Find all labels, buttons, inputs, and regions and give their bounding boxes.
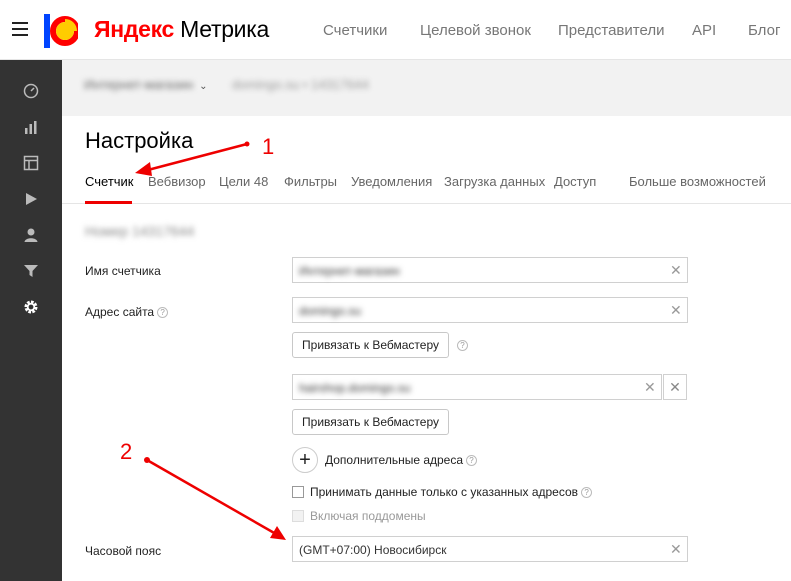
add-addresses-label[interactable]: Дополнительные адреса? <box>325 453 478 467</box>
filter-funnel-icon[interactable] <box>21 261 41 281</box>
tab-counter[interactable]: Счетчик <box>85 174 134 189</box>
tab-webvisor[interactable]: Вебвизор <box>148 174 206 189</box>
top-header: Яндекс Метрика Счетчики Целевой звонок П… <box>0 0 791 60</box>
nav-api[interactable]: API <box>692 22 716 39</box>
include-subdomains-checkbox[interactable] <box>292 510 304 522</box>
layout-icon[interactable] <box>21 153 41 173</box>
site-address-field[interactable]: domingo.su ✕ <box>292 297 688 323</box>
include-subdomains-label: Включая поддомены <box>310 509 426 523</box>
page-title: Настройка <box>85 128 194 153</box>
counter-subheader: Интернет-магазин ⌄ domingo.su • 14317644 <box>62 60 791 116</box>
nav-blog[interactable]: Блог <box>748 22 780 39</box>
menu-icon[interactable] <box>12 22 28 36</box>
timezone-field[interactable]: (GMT+07:00) Новосибирск ✕ <box>292 536 688 562</box>
settings-tabs: Счетчик Вебвизор Цели 48 Фильтры Уведомл… <box>62 172 791 204</box>
clear-icon[interactable]: ✕ <box>670 262 682 279</box>
tab-more-features[interactable]: Больше возможностей <box>629 174 766 189</box>
site-address-label-text: Адрес сайта <box>85 305 155 319</box>
counter-name-label: Имя счетчика <box>85 264 161 278</box>
logo-product: Метрика <box>180 16 269 42</box>
timezone-label: Часовой пояс <box>85 544 162 558</box>
bar-chart-icon[interactable] <box>21 117 41 137</box>
add-addresses-text: Дополнительные адреса <box>325 453 464 467</box>
left-sidebar <box>0 60 62 581</box>
annotation-arrow-2 <box>146 458 277 536</box>
tab-notifications[interactable]: Уведомления <box>351 174 432 189</box>
counter-number: Номер 14317644 <box>85 223 195 239</box>
tab-access[interactable]: Доступ <box>554 174 596 189</box>
active-tab-indicator <box>85 201 132 204</box>
extra-site-field[interactable]: hairshop.domingo.su ✕ <box>292 374 662 400</box>
tab-filters[interactable]: Фильтры <box>284 174 337 189</box>
link-webmaster-button-2[interactable]: Привязать к Вебмастеру <box>292 409 449 435</box>
extra-site-value: hairshop.domingo.su <box>299 381 411 395</box>
help-icon[interactable]: ? <box>457 340 468 351</box>
accept-only-checkbox[interactable] <box>292 486 304 498</box>
timezone-value: (GMT+07:00) Новосибирск <box>299 543 447 557</box>
clear-icon[interactable]: ✕ <box>670 302 682 319</box>
play-icon[interactable] <box>21 189 41 209</box>
chevron-down-icon: ⌄ <box>199 81 208 92</box>
clear-icon[interactable]: ✕ <box>670 541 682 558</box>
accept-only-text: Принимать данные только с указанных адре… <box>310 485 579 499</box>
annotation-2: 2 <box>120 439 133 464</box>
annotation-1: 1 <box>262 134 275 159</box>
logo-yandex: Яндекс <box>94 16 175 42</box>
help-icon[interactable]: ? <box>581 487 593 499</box>
nav-representatives[interactable]: Представители <box>558 22 664 39</box>
site-address-value: domingo.su <box>299 304 362 318</box>
tab-data-upload[interactable]: Загрузка данных <box>444 174 545 189</box>
site-address-label: Адрес сайта? <box>85 305 169 319</box>
counter-select[interactable]: Интернет-магазин ⌄ <box>84 77 208 92</box>
gear-icon[interactable] <box>21 297 41 317</box>
arrow-dot-2 <box>144 457 150 463</box>
arrow-dot-1 <box>244 141 250 147</box>
counter-select-label: Интернет-магазин <box>84 77 194 92</box>
nav-counters[interactable]: Счетчики <box>323 22 387 39</box>
arrowhead-2-icon <box>270 526 286 540</box>
dashboard-gauge-icon[interactable] <box>21 81 41 101</box>
counter-site-id: domingo.su • 14317644 <box>232 77 369 92</box>
remove-site-button[interactable]: ✕ <box>663 374 687 400</box>
nav-target-call[interactable]: Целевой звонок <box>420 22 531 39</box>
tab-goals[interactable]: Цели 48 <box>219 174 268 189</box>
logo-text[interactable]: Яндекс Метрика <box>94 16 269 43</box>
counter-name-field[interactable]: Интернет-магазин ✕ <box>292 257 688 283</box>
help-icon[interactable]: ? <box>466 455 478 467</box>
add-address-button[interactable]: + <box>292 447 318 473</box>
help-icon[interactable]: ? <box>157 307 169 319</box>
counter-name-value: Интернет-магазин <box>299 264 400 278</box>
user-icon[interactable] <box>21 225 41 245</box>
metrika-logo-icon[interactable] <box>44 14 78 48</box>
clear-icon[interactable]: ✕ <box>644 379 656 396</box>
link-webmaster-button[interactable]: Привязать к Вебмастеру <box>292 332 449 358</box>
accept-only-label: Принимать данные только с указанных адре… <box>310 485 593 499</box>
